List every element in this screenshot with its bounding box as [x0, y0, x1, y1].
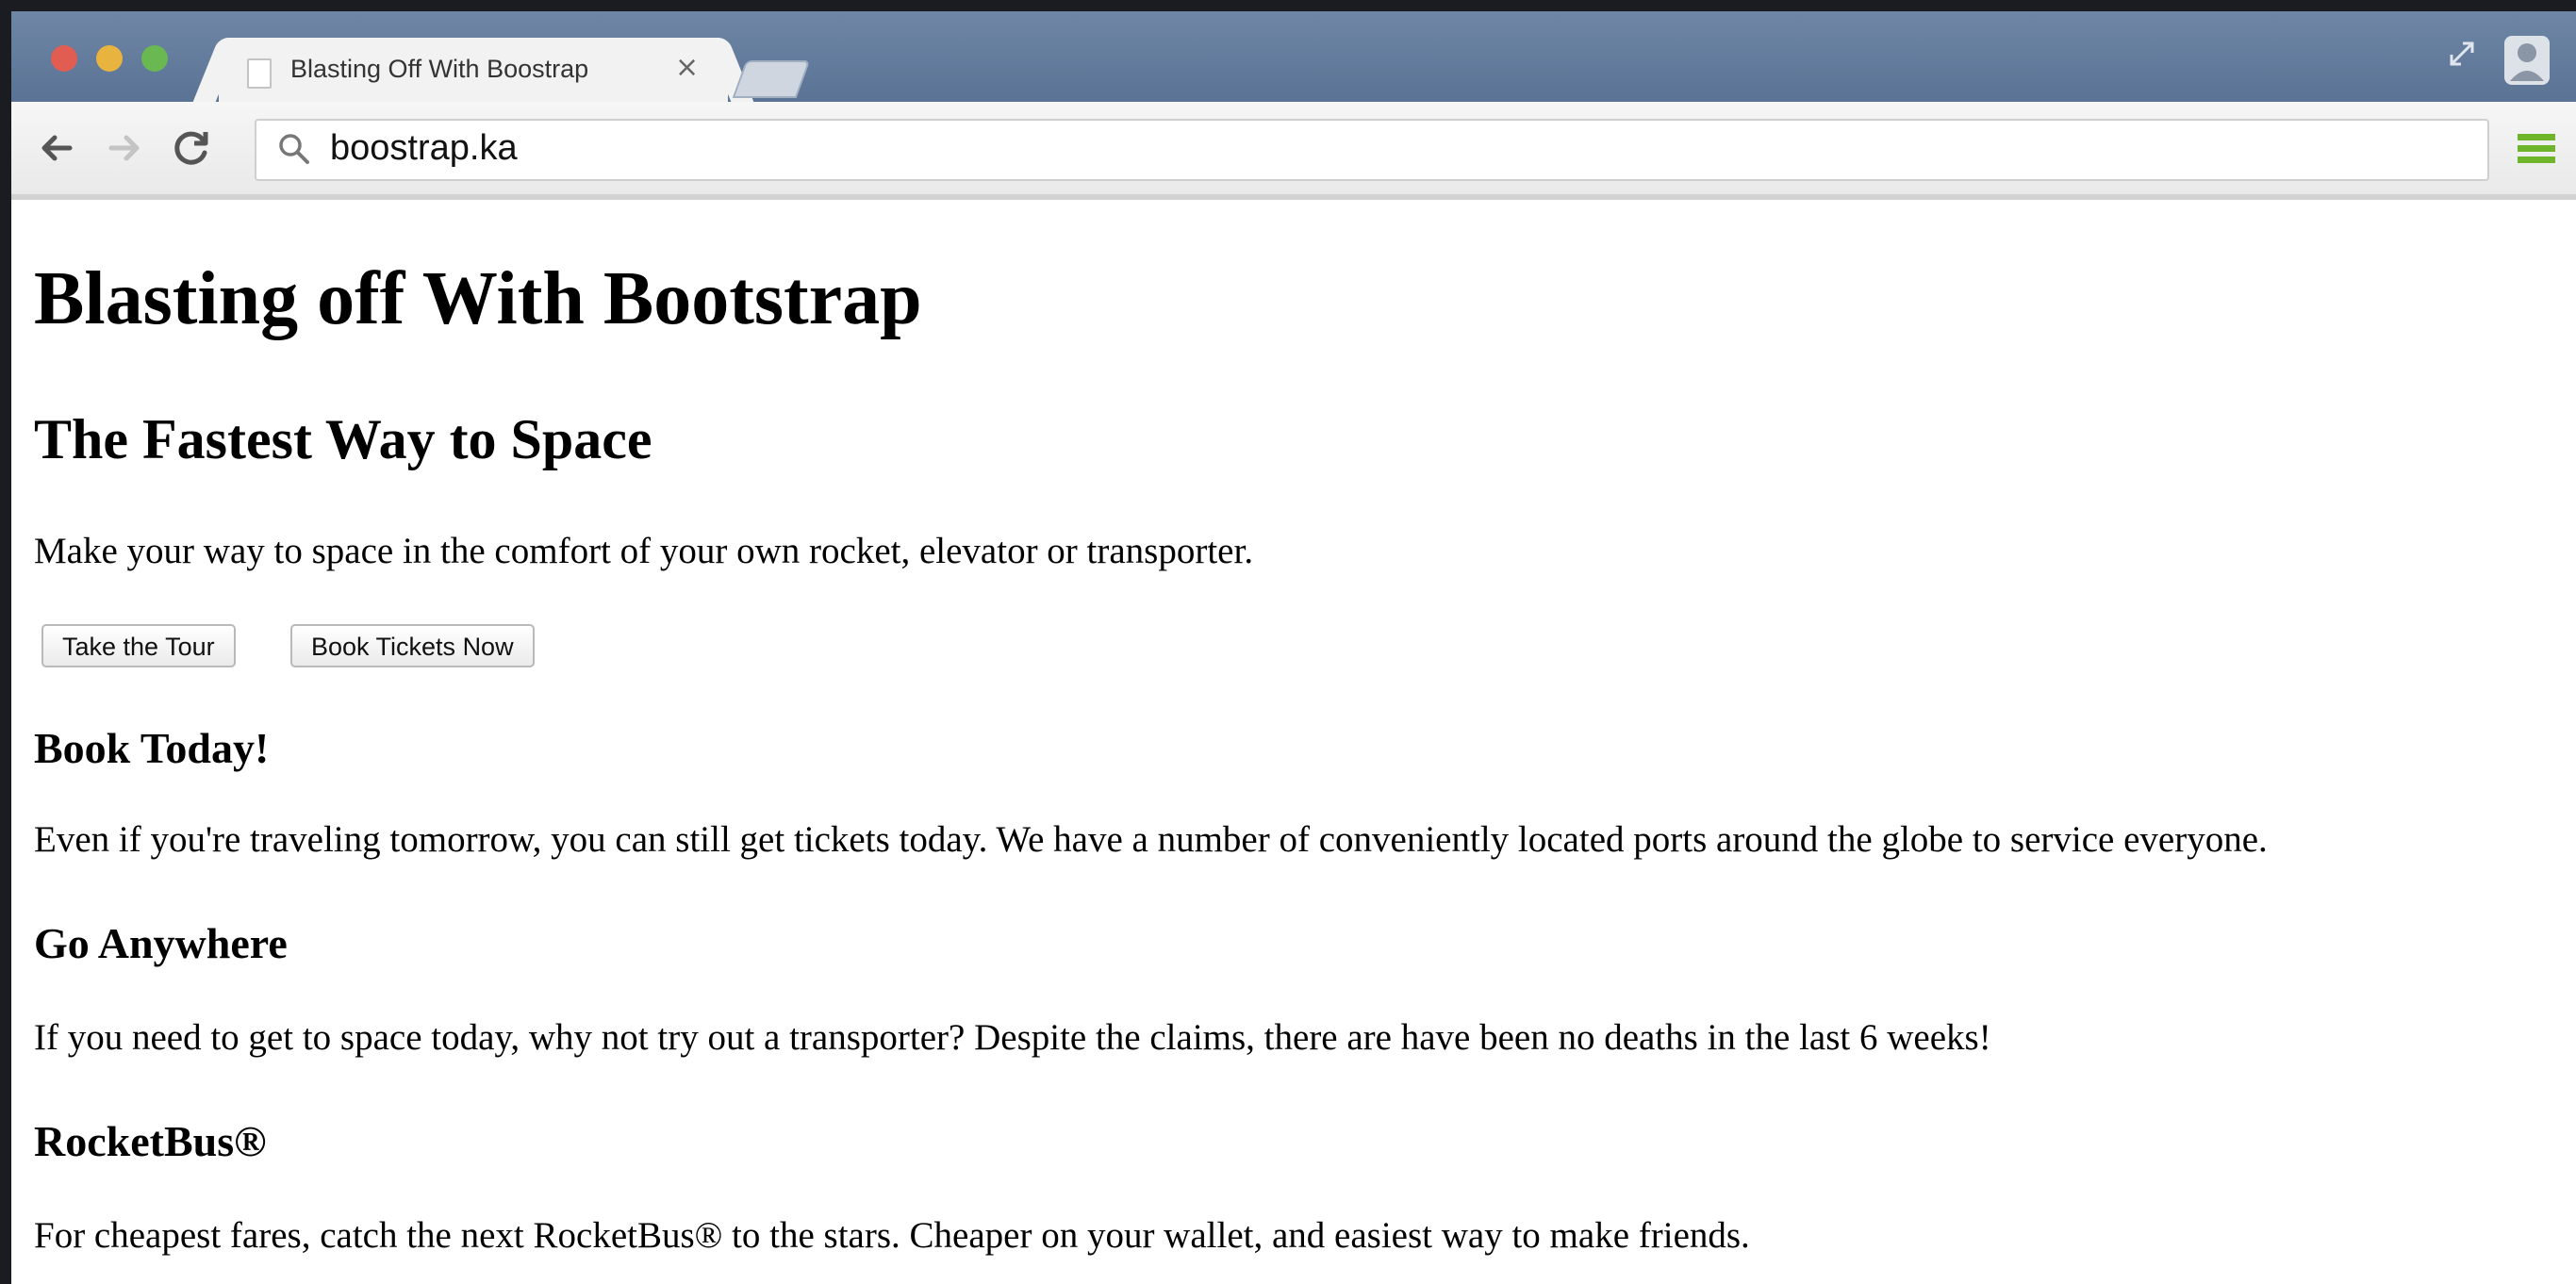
section-body: For cheapest fares, catch the next Rocke…: [34, 1215, 1750, 1256]
fullscreen-icon[interactable]: [2444, 36, 2482, 74]
menu-icon[interactable]: [2516, 130, 2557, 168]
search-icon: [279, 134, 309, 164]
reload-icon[interactable]: [166, 123, 217, 173]
url-text[interactable]: boostrap.ka: [330, 128, 518, 169]
maximize-window-button[interactable]: [141, 45, 168, 72]
tab-close-button[interactable]: ×: [675, 51, 699, 84]
page-favicon-icon: [247, 58, 272, 89]
forward-icon[interactable]: [98, 123, 149, 173]
browser-toolbar: boostrap.ka: [11, 102, 2576, 200]
back-icon[interactable]: [32, 123, 83, 173]
address-bar[interactable]: boostrap.ka: [255, 119, 2489, 181]
minimize-window-button[interactable]: [96, 45, 123, 72]
tab-title: Blasting Off With Boostrap: [290, 55, 589, 83]
tab-strip: Blasting Off With Boostrap ×: [11, 11, 2576, 104]
profile-icon[interactable]: [2501, 32, 2553, 89]
close-window-button[interactable]: [51, 45, 77, 72]
section-body: If you need to get to space today, why n…: [34, 1017, 1991, 1058]
page-title: Blasting off With Bootstrap: [34, 257, 922, 340]
browser-window: Blasting Off With Boostrap × boostrap.ka…: [11, 11, 2576, 1284]
section-heading: Go Anywhere: [34, 919, 288, 967]
section-body: Even if you're traveling tomorrow, you c…: [34, 819, 2268, 860]
section-heading: Book Today!: [34, 724, 270, 772]
take-tour-button[interactable]: Take the Tour: [41, 624, 236, 667]
section-heading: RocketBus®: [34, 1117, 267, 1165]
intro-text: Make your way to space in the comfort of…: [34, 531, 1254, 571]
new-tab-button[interactable]: [732, 60, 811, 98]
page-subtitle: The Fastest Way to Space: [34, 408, 652, 470]
tab-active[interactable]: Blasting Off With Boostrap ×: [219, 38, 728, 104]
book-tickets-button[interactable]: Book Tickets Now: [290, 624, 535, 667]
